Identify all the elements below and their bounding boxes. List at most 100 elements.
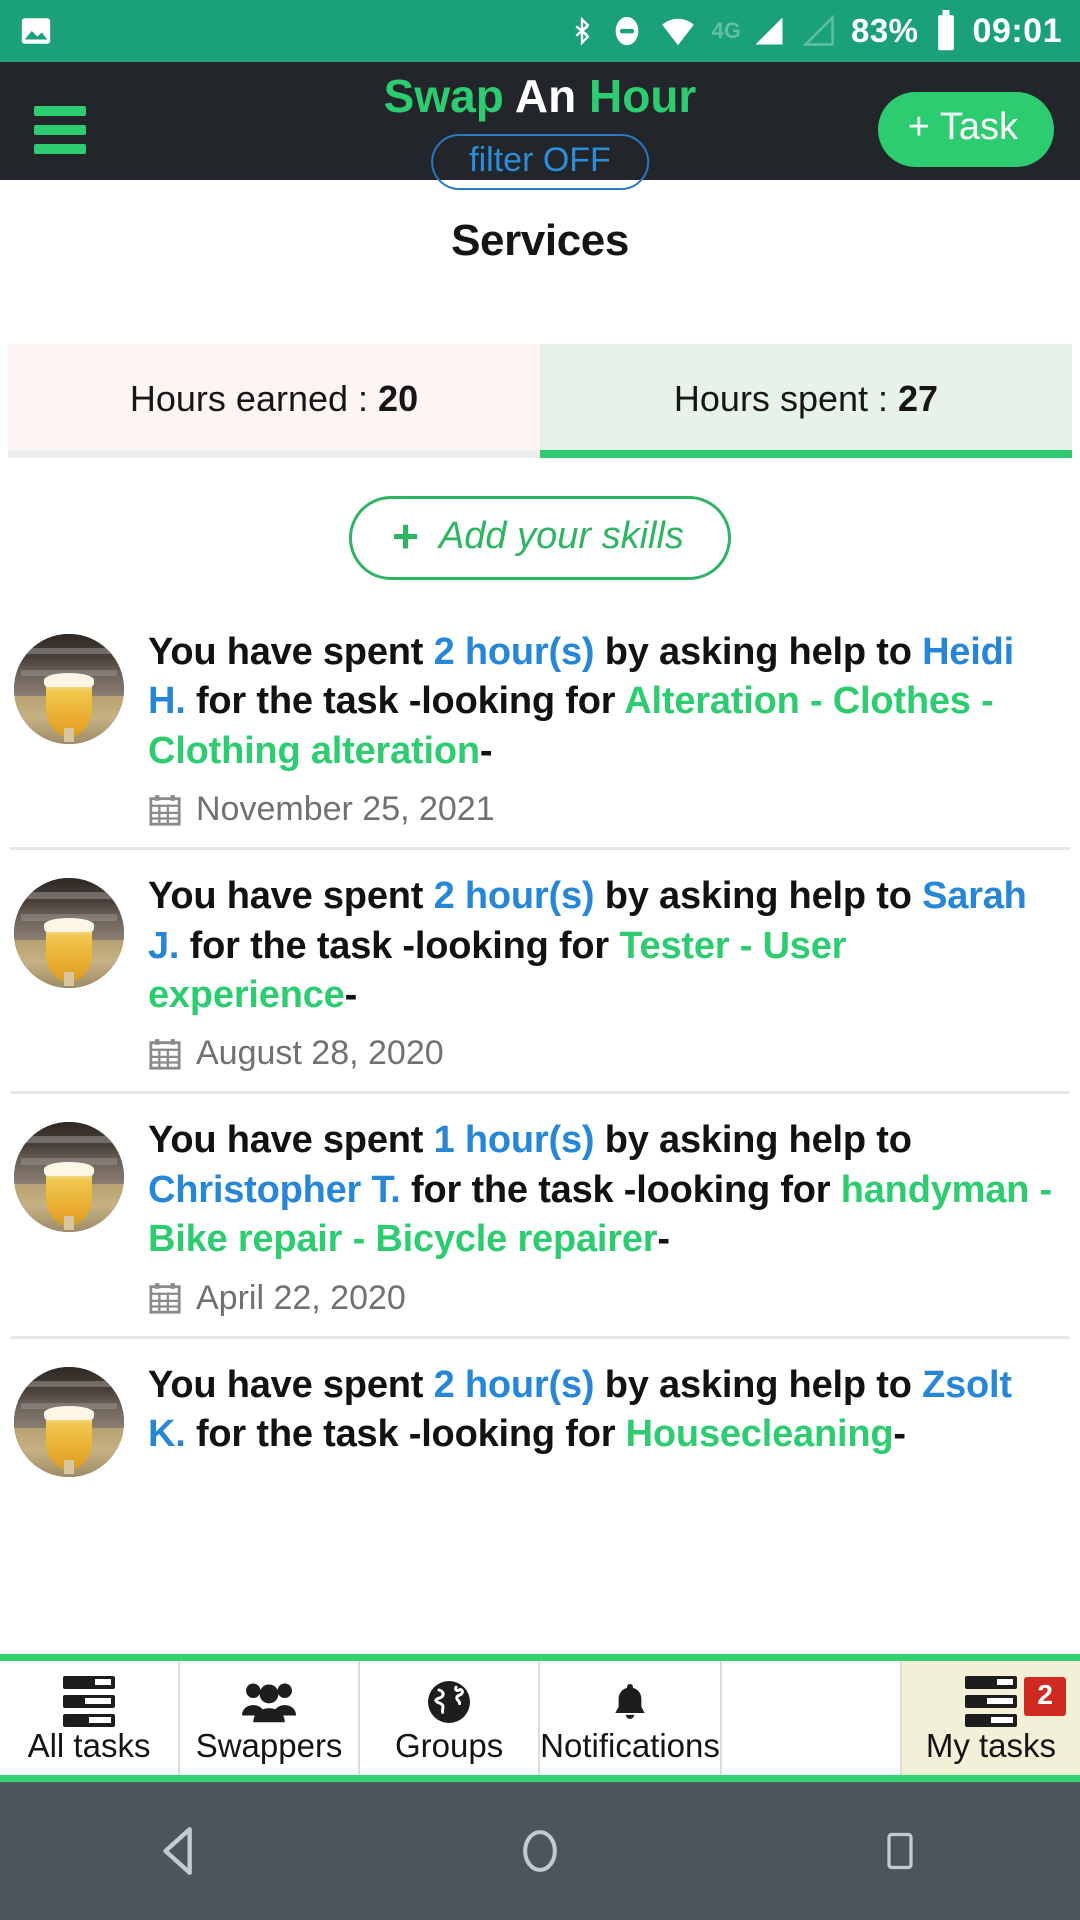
status-bar: 4G 83% 09:01 bbox=[0, 0, 1080, 62]
app-title-word-3: Hour bbox=[589, 70, 697, 122]
list-icon bbox=[63, 1676, 116, 1727]
sentence-prefix: You have spent bbox=[148, 1119, 434, 1162]
hamburger-bar bbox=[34, 144, 86, 154]
status-bar-left bbox=[18, 14, 54, 48]
filter-toggle-button[interactable]: filter OFF bbox=[431, 134, 649, 190]
sentence-middle: by asking help to bbox=[594, 631, 923, 673]
list-item[interactable]: You have spent 2 hour(s) by asking help … bbox=[0, 850, 1080, 1091]
people-group-icon bbox=[242, 1679, 297, 1725]
nav-item-swappers[interactable]: Swappers bbox=[180, 1661, 361, 1775]
tab-hours-earned-label: Hours earned : bbox=[129, 378, 369, 419]
calendar-icon bbox=[148, 792, 182, 828]
hamburger-bar bbox=[34, 106, 86, 116]
list-item-date: November 25, 2021 bbox=[196, 790, 495, 829]
add-task-button[interactable]: + Task bbox=[877, 92, 1054, 167]
app-title-word-1: Swap bbox=[383, 70, 504, 122]
list-item-sentence: You have spent 1 hour(s) by asking help … bbox=[148, 1116, 1058, 1264]
tab-hours-spent-label: Hours spent : bbox=[673, 378, 889, 419]
nav-item-groups-label: Groups bbox=[395, 1726, 504, 1764]
hamburger-bar bbox=[34, 125, 86, 135]
app-title-word-2: An bbox=[514, 70, 577, 122]
list-item-date: August 28, 2020 bbox=[196, 1034, 444, 1073]
avatar bbox=[14, 634, 124, 744]
sentence-suffix: - bbox=[344, 973, 358, 1016]
image-icon bbox=[18, 14, 54, 48]
sentence-suffix: - bbox=[893, 1412, 906, 1455]
sentence-middle: by asking help to bbox=[594, 1363, 923, 1406]
app-bar: Swap An Hour filter OFF + Task bbox=[0, 62, 1080, 190]
list-item[interactable]: You have spent 1 hour(s) by asking help … bbox=[0, 1094, 1080, 1335]
tab-hours-spent-value: 27 bbox=[898, 378, 939, 419]
clock-label: 09:01 bbox=[972, 11, 1062, 50]
bottom-navigation: All tasks Swappers Groups Notifications … bbox=[0, 1654, 1080, 1782]
list-item-date-row: April 22, 2020 bbox=[148, 1279, 1058, 1318]
sentence-suffix: - bbox=[657, 1218, 670, 1261]
hours-value[interactable]: 2 hour(s) bbox=[434, 875, 595, 917]
hours-tabs: Hours earned : 20 Hours spent : 27 bbox=[8, 344, 1072, 458]
main-content: Services Hours earned : 20 Hours spent :… bbox=[0, 180, 1080, 1495]
sentence-prefix: You have spent bbox=[148, 875, 434, 918]
nav-item-groups[interactable]: Groups bbox=[360, 1661, 541, 1775]
list-item-date-row: November 25, 2021 bbox=[148, 790, 1058, 829]
add-your-skills-label: Add your skills bbox=[438, 514, 684, 557]
nav-item-my-tasks[interactable]: 2 My tasks bbox=[901, 1661, 1080, 1775]
network-type-label: 4G bbox=[711, 18, 741, 43]
wifi-icon bbox=[658, 12, 698, 50]
hours-value[interactable]: 1 hour(s) bbox=[434, 1119, 595, 1161]
add-your-skills-button[interactable]: + Add your skills bbox=[349, 496, 731, 580]
list-item-body: You have spent 1 hour(s) by asking help … bbox=[148, 1116, 1066, 1317]
status-bar-right: 4G 83% 09:01 bbox=[568, 10, 1062, 52]
list-item[interactable]: You have spent 2 hour(s) by asking help … bbox=[0, 606, 1080, 847]
nav-item-swappers-label: Swappers bbox=[195, 1726, 343, 1764]
avatar bbox=[14, 1366, 124, 1477]
calendar-icon bbox=[148, 1036, 182, 1072]
sentence-middle: by asking help to bbox=[594, 875, 923, 918]
do-not-disturb-icon bbox=[610, 11, 644, 51]
list-item-date: April 22, 2020 bbox=[196, 1278, 406, 1317]
list-icon bbox=[964, 1676, 1017, 1727]
page-title: Services bbox=[451, 216, 629, 265]
nav-item-empty bbox=[721, 1661, 902, 1775]
services-list: You have spent 2 hour(s) by asking help … bbox=[0, 606, 1080, 1495]
signal-empty-icon bbox=[801, 13, 837, 49]
sentence-connector: for the task -looking for bbox=[185, 680, 625, 723]
hours-value[interactable]: 2 hour(s) bbox=[434, 631, 595, 673]
nav-item-notifications-label: Notifications bbox=[540, 1726, 720, 1764]
nav-item-all-tasks-label: All tasks bbox=[27, 1726, 151, 1764]
battery-icon bbox=[933, 10, 959, 52]
battery-percent-label: 83% bbox=[850, 12, 919, 49]
nav-item-notifications[interactable]: Notifications bbox=[540, 1661, 722, 1775]
hamburger-menu-icon[interactable] bbox=[34, 106, 86, 154]
tab-hours-spent[interactable]: Hours spent : 27 bbox=[540, 344, 1072, 458]
home-circle-icon[interactable] bbox=[480, 1782, 600, 1920]
sentence-connector: for the task -looking for bbox=[400, 1168, 841, 1211]
nav-item-all-tasks[interactable]: All tasks bbox=[0, 1661, 181, 1775]
status-badge: 2 bbox=[1024, 1677, 1066, 1716]
back-triangle-icon[interactable] bbox=[120, 1782, 240, 1920]
sentence-prefix: You have spent bbox=[148, 631, 434, 673]
sentence-suffix: - bbox=[479, 729, 493, 772]
list-item[interactable]: You have spent 2 hour(s) by asking help … bbox=[0, 1339, 1080, 1495]
bell-icon bbox=[608, 1679, 652, 1725]
nav-item-my-tasks-label: My tasks bbox=[925, 1726, 1057, 1764]
avatar bbox=[14, 1122, 124, 1233]
sentence-connector: for the task -looking for bbox=[179, 924, 620, 967]
task-category[interactable]: Housecleaning bbox=[626, 1413, 894, 1455]
tab-hours-earned[interactable]: Hours earned : 20 bbox=[8, 344, 540, 458]
person-name[interactable]: Christopher T. bbox=[148, 1169, 401, 1211]
plus-icon: + bbox=[392, 510, 419, 562]
add-skills-row: + Add your skills bbox=[0, 496, 1080, 580]
list-item-body: You have spent 2 hour(s) by asking help … bbox=[148, 1361, 1066, 1477]
list-item-sentence: You have spent 2 hour(s) by asking help … bbox=[148, 1361, 1058, 1460]
sentence-connector: for the task -looking for bbox=[185, 1412, 626, 1455]
avatar bbox=[14, 878, 124, 989]
sentence-prefix: You have spent bbox=[148, 1363, 434, 1406]
recents-square-icon[interactable] bbox=[840, 1782, 960, 1920]
sentence-middle: by asking help to bbox=[594, 1119, 912, 1162]
android-navigation-bar bbox=[0, 1782, 1080, 1920]
list-item-sentence: You have spent 2 hour(s) by asking help … bbox=[148, 628, 1058, 776]
bluetooth-icon bbox=[568, 11, 596, 51]
hours-value[interactable]: 2 hour(s) bbox=[434, 1364, 595, 1406]
signal-full-icon bbox=[751, 13, 787, 49]
list-item-date-row: August 28, 2020 bbox=[148, 1034, 1058, 1073]
